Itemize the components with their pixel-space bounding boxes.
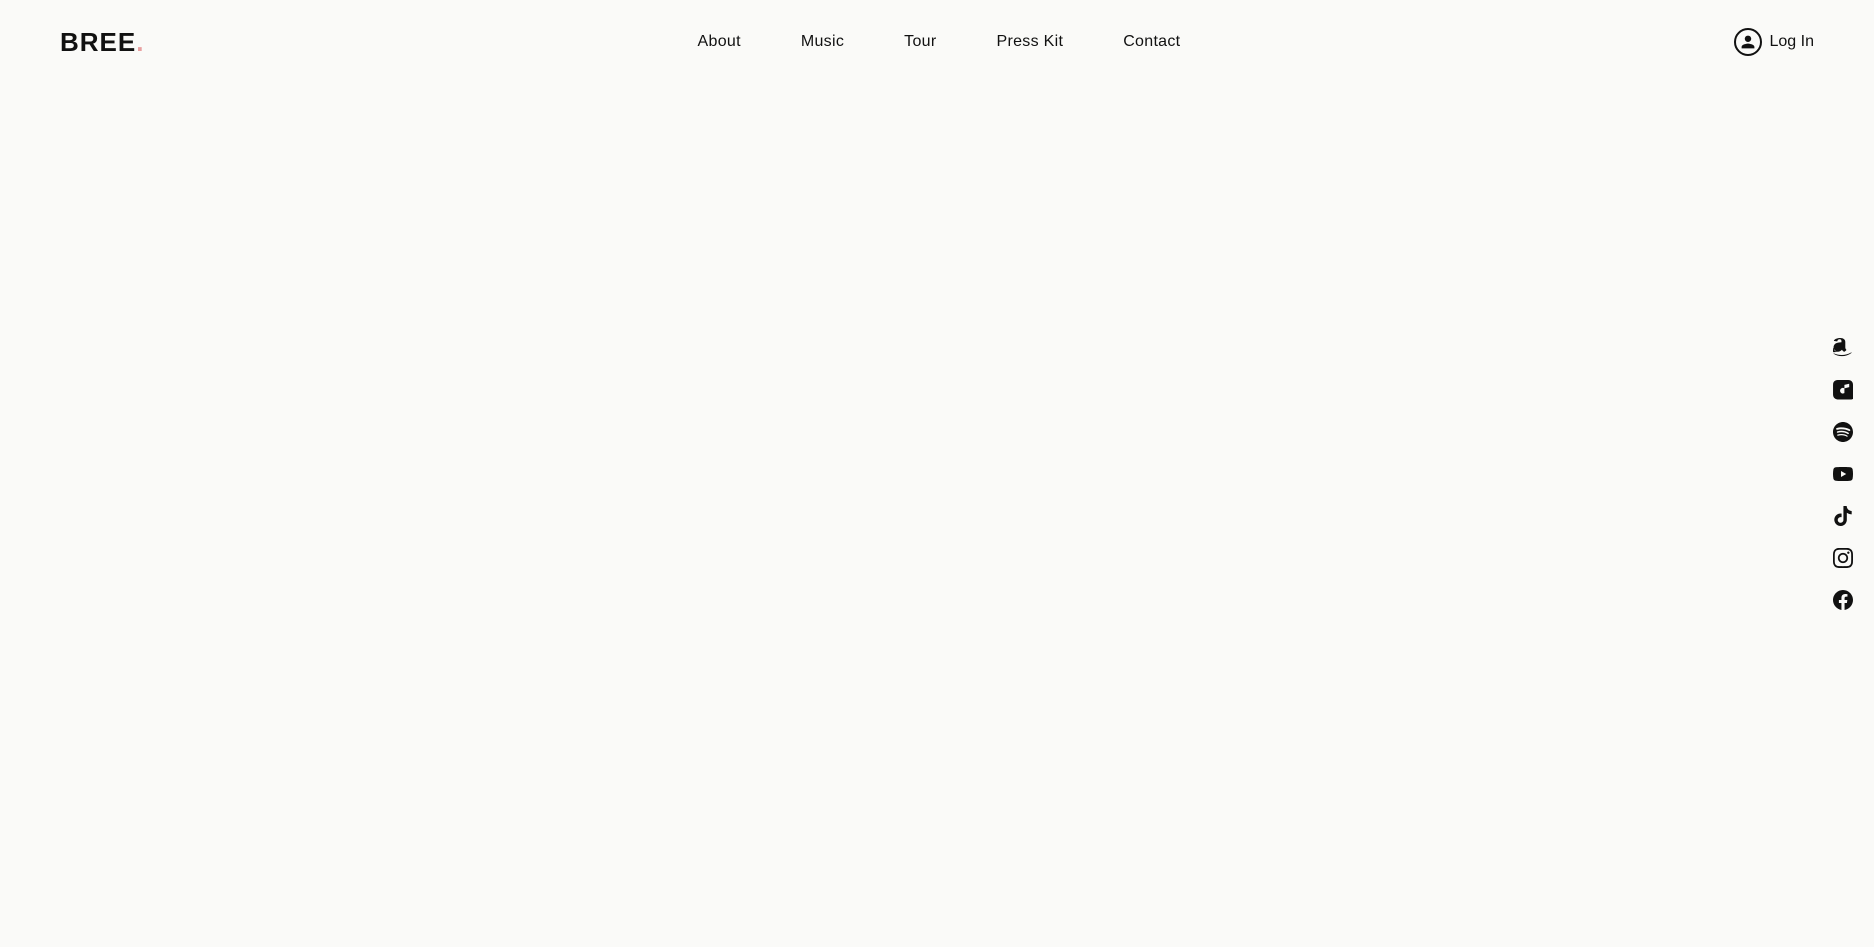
nav-music[interactable]: Music [801,33,844,51]
tiktok-icon[interactable] [1832,505,1854,527]
logo-text: BREE [60,27,136,57]
social-sidebar [1832,337,1854,611]
account-icon [1734,28,1762,56]
login-button[interactable]: Log In [1734,28,1814,56]
site-logo[interactable]: BREE. [60,27,144,58]
nav-about[interactable]: About [698,33,741,51]
logo-dot: . [136,27,144,57]
apple-music-icon[interactable] [1832,379,1854,401]
instagram-icon[interactable] [1832,547,1854,569]
spotify-icon[interactable] [1832,421,1854,443]
nav-press-kit[interactable]: Press Kit [996,33,1063,51]
youtube-icon[interactable] [1832,463,1854,485]
login-label: Log In [1770,33,1814,51]
facebook-icon[interactable] [1832,589,1854,611]
site-header: BREE. About Music Tour Press Kit Contact… [0,0,1874,84]
main-content [0,84,1874,947]
nav-tour[interactable]: Tour [904,33,936,51]
main-nav: About Music Tour Press Kit Contact [698,33,1181,51]
amazon-music-icon[interactable] [1832,337,1854,359]
nav-contact[interactable]: Contact [1123,33,1180,51]
